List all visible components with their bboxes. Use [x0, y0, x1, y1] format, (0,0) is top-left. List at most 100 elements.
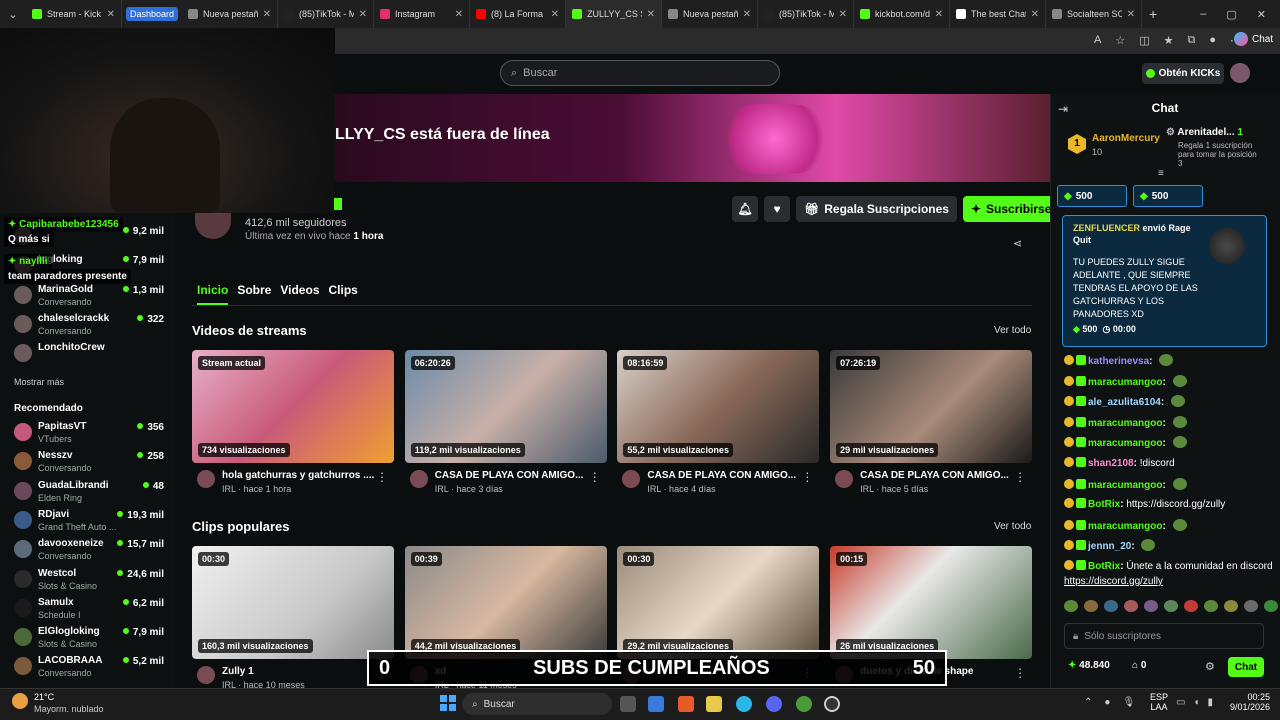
sidebar-channel[interactable]: chaleselcrackk Conversando 322 — [14, 313, 164, 339]
taskbar-search[interactable]: ⌕ Buscar — [462, 693, 612, 715]
get-kicks-button[interactable]: Obtén KICKs — [1142, 63, 1224, 84]
browser-tab[interactable]: Nueva pestaña ✕ — [662, 0, 759, 28]
battery-icon[interactable]: ▮ — [1208, 697, 1214, 708]
channel-points[interactable]: ✦ 48.840 — [1068, 660, 1110, 671]
creator-avatar[interactable] — [197, 470, 215, 488]
more-options-icon[interactable]: ⋮ — [1014, 470, 1026, 484]
tray-app-icon[interactable]: ● — [1104, 697, 1110, 708]
language-indicator[interactable]: ESP LAA — [1150, 692, 1168, 712]
discord-icon[interactable] — [766, 696, 782, 712]
leader-name[interactable]: AaronMercury — [1092, 133, 1160, 144]
tab-inicio[interactable]: Inicio — [197, 283, 229, 305]
microphone-icon[interactable]: 🎙︎ — [1122, 697, 1135, 708]
tab-close-icon[interactable]: ✕ — [743, 9, 751, 20]
emote-icon[interactable] — [1104, 600, 1118, 612]
chat-username[interactable]: ale_azulita6104 — [1088, 397, 1161, 408]
browser-tab[interactable]: Socialteen SOC ✕ — [1046, 0, 1143, 28]
chat-username[interactable]: maracumangoo — [1088, 418, 1162, 429]
share-icon[interactable]: ⋖ — [1013, 237, 1022, 250]
leader-2-name[interactable]: ⚙ Arenitadel... 1 — [1166, 127, 1243, 138]
video-title[interactable]: CASA DE PLAYA CON AMIGO... — [647, 470, 807, 481]
browser-tab[interactable]: The best ChatB ✕ — [950, 0, 1047, 28]
creator-avatar[interactable] — [409, 470, 428, 488]
streams-see-all[interactable]: Ver todo — [994, 325, 1031, 336]
tab-close-icon[interactable]: ✕ — [1031, 9, 1039, 20]
video-card[interactable]: 00:15 26 mil visualizaciones duetos y di… — [830, 546, 1033, 684]
sidebar-channel[interactable]: LACOBRAAA Conversando 5,2 mil — [14, 655, 164, 681]
tab-close-icon[interactable]: ✕ — [455, 9, 463, 20]
browser-tab[interactable]: ZULLYY_CS Strea ✕ — [566, 0, 663, 28]
expand-leaderboard-icon[interactable]: ≡ — [1158, 168, 1164, 179]
sidebar-channel[interactable]: PapitasVT VTubers 356 — [14, 421, 164, 447]
video-card[interactable]: 00:30 29,2 mil visualizaciones ⋮ — [617, 546, 820, 684]
clips-see-all[interactable]: Ver todo — [994, 521, 1031, 532]
sidebar-channel[interactable]: MarinaGold Conversando 1,3 mil — [14, 284, 164, 310]
video-card[interactable]: 08:16:59 55,2 mil visualizaciones CASA D… — [617, 350, 820, 494]
sidebar-channel[interactable]: ElGlogloking Slots & Casino 7,9 mil — [14, 626, 164, 652]
video-title[interactable]: hola gatchurras y gatchurros .... — [222, 470, 382, 481]
dashboard-tab-group[interactable]: Dashboard — [122, 0, 182, 28]
browser-tab[interactable]: (8) La Forma En ✕ — [470, 0, 567, 28]
emote-icon[interactable] — [1244, 600, 1258, 612]
chat-username[interactable]: BotRix — [1088, 561, 1120, 572]
chrome-icon[interactable] — [796, 696, 812, 712]
video-thumbnail[interactable]: 00:39 44,2 mil visualizaciones — [404, 546, 607, 659]
chat-link[interactable]: https://discord.gg/zully — [1064, 576, 1163, 587]
emote-icon[interactable] — [1144, 600, 1158, 612]
tab-close-icon[interactable]: ✕ — [1127, 9, 1135, 20]
task-view-icon[interactable] — [620, 696, 636, 712]
gift-counter[interactable]: ⌂ 0 — [1132, 660, 1146, 671]
chat-username[interactable]: maracumangoo — [1088, 480, 1162, 491]
chat-username[interactable]: maracumangoo — [1088, 377, 1162, 388]
browser-tab[interactable]: Nueva pestaña ✕ — [182, 0, 279, 28]
tab-close-icon[interactable]: ✕ — [935, 9, 943, 20]
video-card[interactable]: 00:39 44,2 mil visualizaciones xd IRL · … — [404, 546, 607, 690]
goal-chip[interactable]: ◆ 500 — [1133, 185, 1203, 207]
tab-sobre[interactable]: Sobre — [237, 283, 271, 305]
chat-input[interactable]: 🔒︎ Sólo suscriptores — [1064, 623, 1264, 649]
chat-username[interactable]: maracumangoo — [1088, 521, 1162, 532]
emote-icon[interactable] — [1064, 600, 1078, 612]
show-more-link[interactable]: Mostrar más — [14, 377, 64, 387]
read-aloud-icon[interactable]: A — [1094, 34, 1101, 47]
chat-username[interactable]: maracumangoo — [1088, 438, 1162, 449]
maximize-icon[interactable]: ▢ — [1226, 8, 1236, 21]
clock[interactable]: 00:25 9/01/2026 — [1226, 692, 1270, 712]
emote-icon[interactable] — [1264, 600, 1278, 612]
follow-heart-icon[interactable]: ♥ — [764, 196, 790, 222]
video-thumbnail[interactable]: 00:30 29,2 mil visualizaciones — [617, 546, 820, 659]
profile-icon[interactable]: ● — [1209, 34, 1216, 47]
sidebar-channel[interactable]: RDjavi Grand Theft Auto ... 19,3 mil — [14, 509, 164, 535]
notification-bell-icon[interactable]: 🔔︎ — [732, 196, 758, 222]
creator-avatar[interactable] — [197, 666, 215, 684]
emote-icon[interactable] — [1184, 600, 1198, 612]
tab-close-icon[interactable]: ✕ — [107, 9, 115, 20]
sidebar-channel[interactable]: LonchitoCrew — [14, 342, 164, 368]
video-thumbnail[interactable]: 08:16:59 55,2 mil visualizaciones — [617, 350, 820, 463]
subscribe-button[interactable]: ✦ Suscribirse — [962, 196, 1060, 222]
search-input[interactable]: ⌕ Buscar — [500, 60, 780, 86]
chat-username[interactable]: katherinevsa — [1088, 356, 1149, 367]
video-thumbnail[interactable]: 00:30 160,3 mil visualizaciones — [192, 546, 394, 659]
video-title[interactable]: CASA DE PLAYA CON AMIGO... — [435, 470, 595, 481]
windows-start-icon[interactable] — [440, 695, 456, 711]
emote-icon[interactable] — [1124, 600, 1138, 612]
emote-icon[interactable] — [1084, 600, 1098, 612]
tab-videos[interactable]: Videos — [280, 283, 319, 305]
sidebar-channel[interactable]: Samulx Schedule I 6,2 mil — [14, 597, 164, 623]
browser-tab[interactable]: kickbot.com/da ✕ — [854, 0, 951, 28]
video-thumbnail[interactable]: 07:26:19 29 mil visualizaciones — [830, 350, 1033, 463]
tab-close-icon[interactable]: ✕ — [839, 9, 847, 20]
tab-search-icon[interactable]: ⌄ — [0, 0, 26, 28]
emote-icon[interactable] — [1164, 600, 1178, 612]
video-title[interactable]: Zully 1 — [222, 666, 382, 677]
video-thumbnail[interactable]: Stream actual 734 visualizaciones — [192, 350, 394, 463]
collections-icon[interactable]: ⧉ — [1188, 34, 1196, 47]
channel-avatar[interactable] — [195, 213, 231, 239]
sidebar-channel[interactable]: Westcol Slots & Casino 24,6 mil — [14, 568, 164, 594]
chat-send-button[interactable]: Chat — [1228, 657, 1264, 677]
new-tab-plus-icon[interactable]: + — [1142, 6, 1164, 22]
video-thumbnail[interactable]: 00:15 26 mil visualizaciones — [830, 546, 1033, 659]
browser-tab[interactable]: (85)TikTok - Ma ✕ — [278, 0, 375, 28]
more-options-icon[interactable]: ⋮ — [376, 470, 388, 484]
